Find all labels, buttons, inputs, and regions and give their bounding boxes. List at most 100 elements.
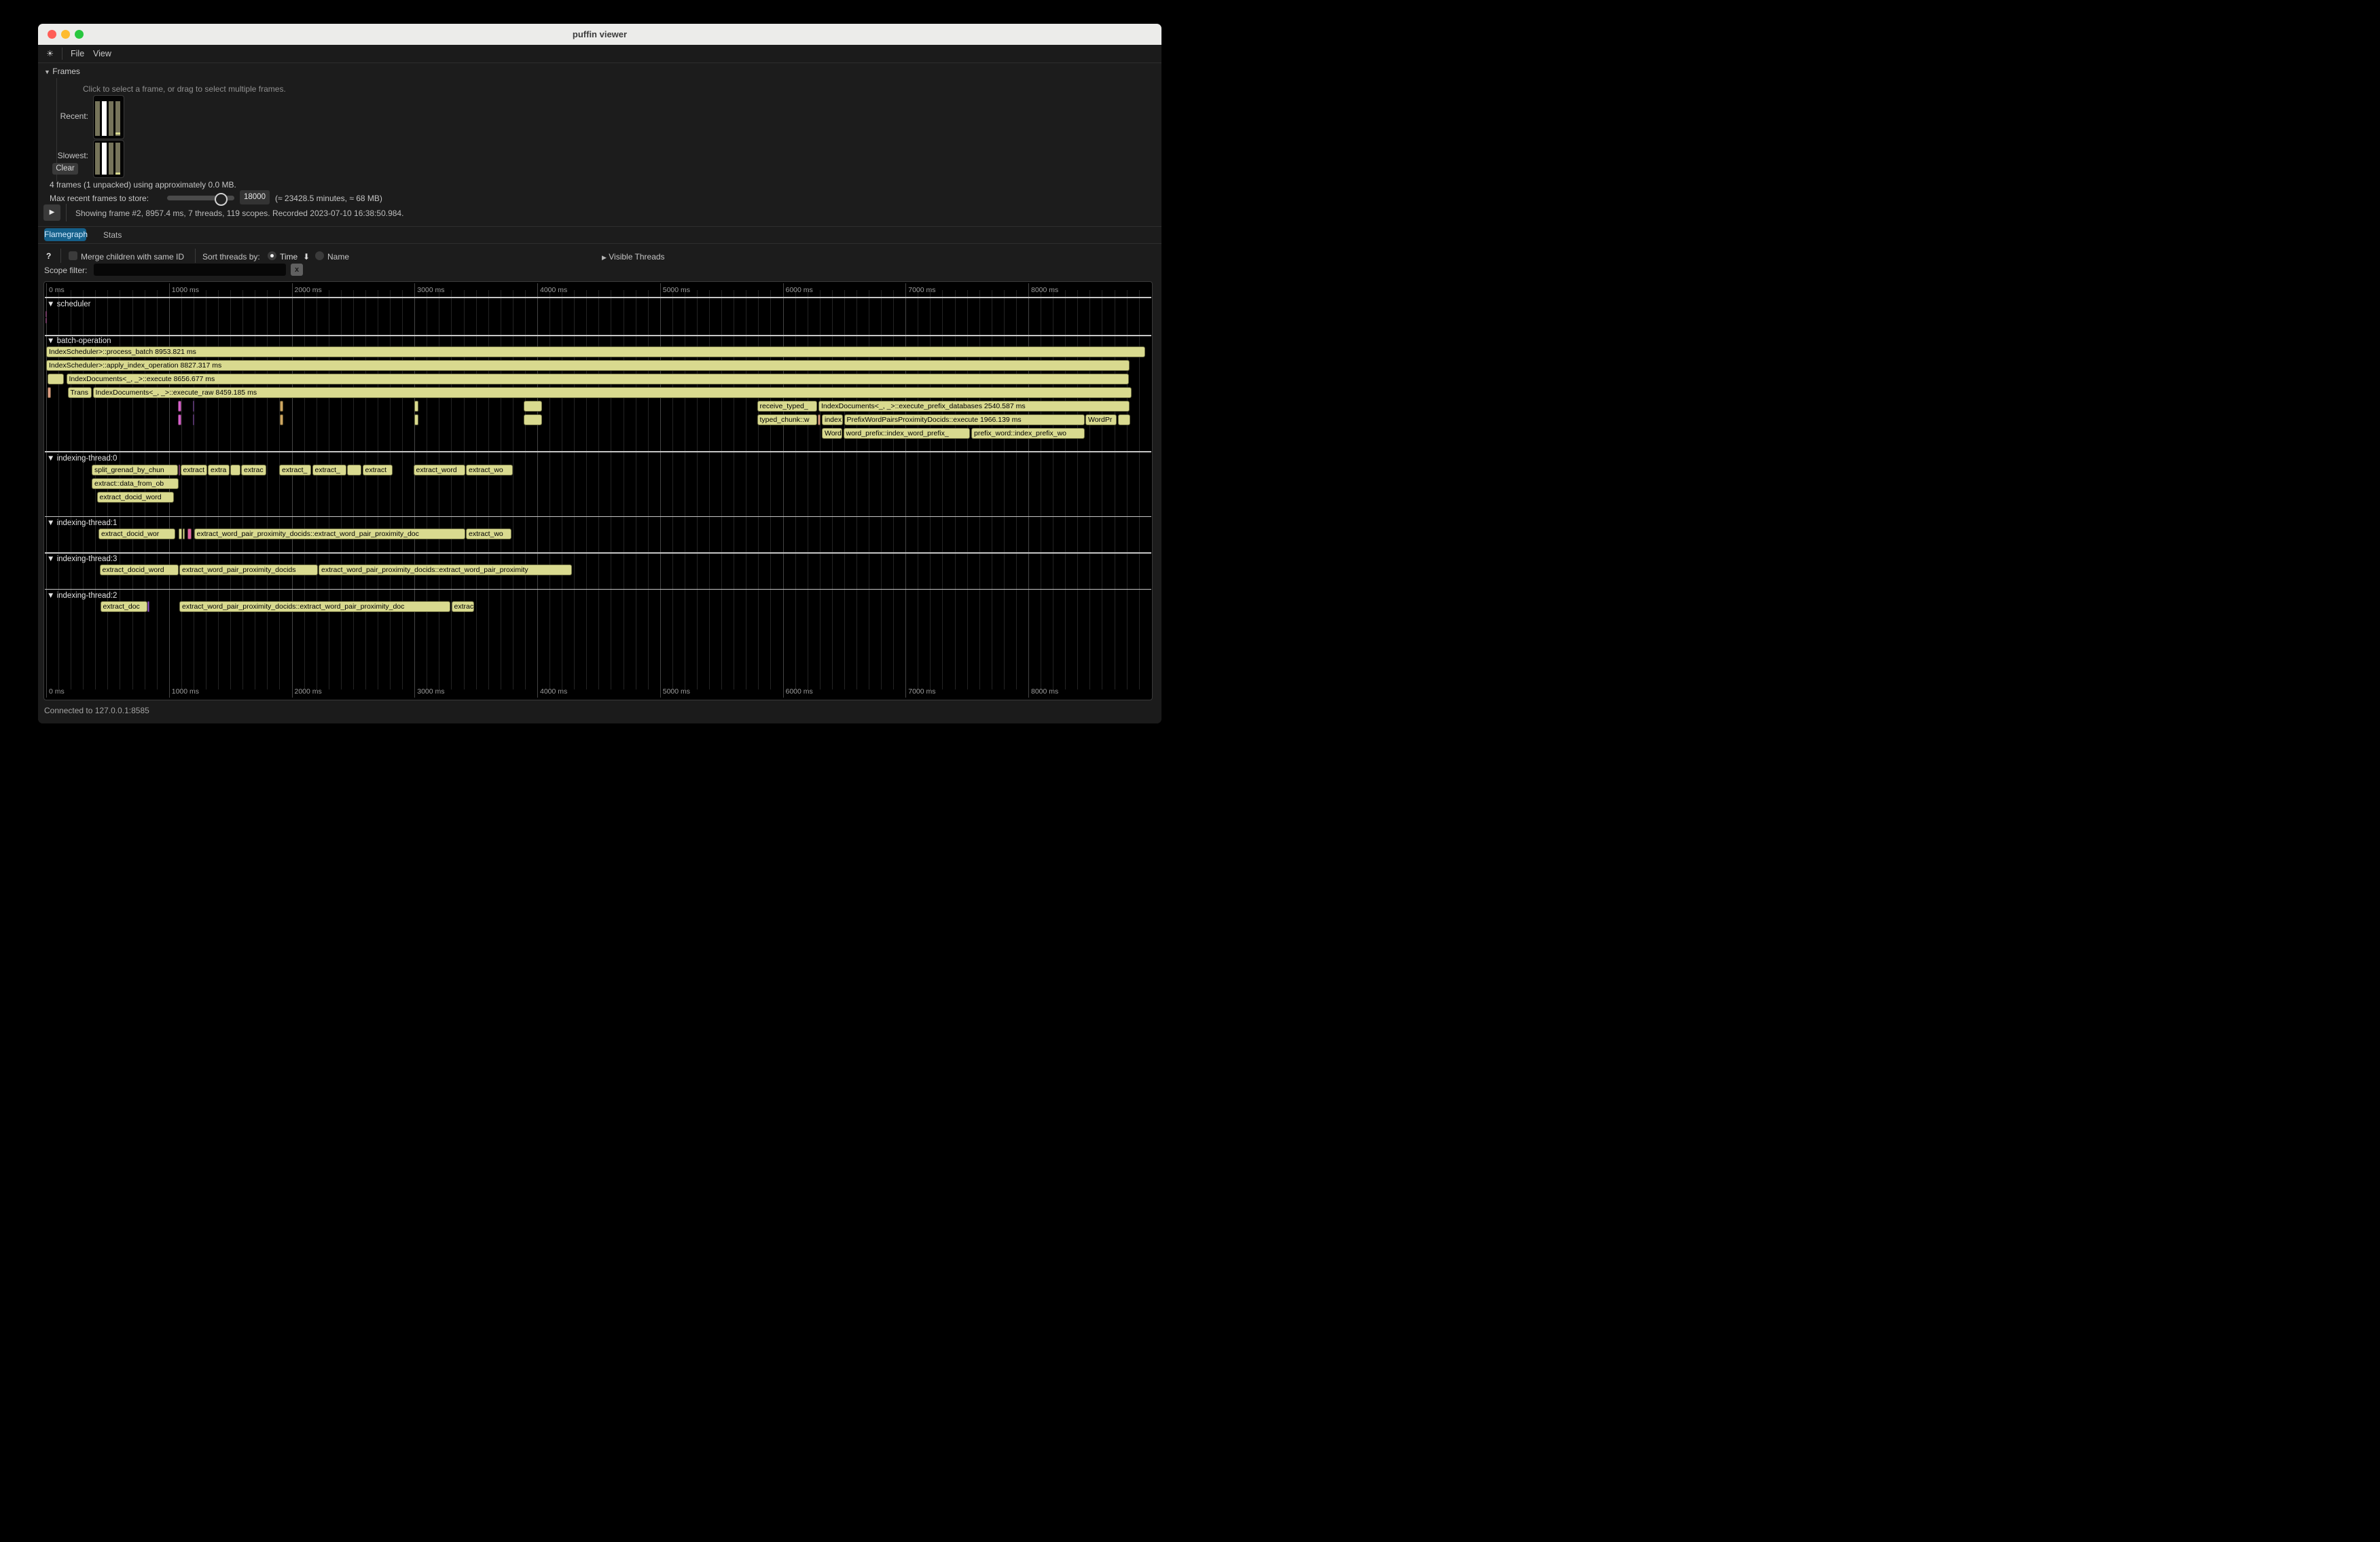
thread-label-scheduler[interactable]: ▼ scheduler bbox=[47, 300, 90, 308]
flame-scope-bar[interactable]: extract_ bbox=[312, 465, 346, 476]
flame-scope-bar-small[interactable] bbox=[818, 414, 821, 425]
merge-children-label[interactable]: Merge children with same ID bbox=[81, 252, 184, 262]
flame-scope-bar[interactable]: IndexDocuments<_, _>::execute 8656.677 m… bbox=[67, 374, 1129, 384]
theme-sun-icon[interactable]: ☀ bbox=[46, 45, 54, 62]
scope-filter-label: Scope filter: bbox=[44, 266, 87, 275]
flame-scope-bar-small[interactable] bbox=[48, 374, 64, 384]
play-button[interactable]: ▶ bbox=[43, 204, 60, 221]
flame-scope-bar[interactable]: extract_docid_word bbox=[100, 564, 179, 575]
flame-scope-bar[interactable]: word_prefix::index_word_prefix_ bbox=[844, 428, 971, 439]
flame-scope-bar-small[interactable] bbox=[46, 311, 47, 317]
frame-bar[interactable] bbox=[95, 143, 100, 175]
flame-scope-bar[interactable]: extract_wo bbox=[466, 528, 511, 539]
flame-scope-bar[interactable]: prefix_word::index_prefix_wo bbox=[971, 428, 1085, 439]
sort-time-radio[interactable] bbox=[268, 251, 276, 260]
sort-name-radio[interactable] bbox=[315, 251, 324, 260]
flame-scope-bar[interactable]: extract_wo bbox=[466, 465, 513, 476]
tab-stats[interactable]: Stats bbox=[103, 230, 122, 240]
flame-scope-bar-small[interactable] bbox=[193, 401, 194, 412]
frame-bar[interactable] bbox=[115, 143, 120, 175]
flame-scope-bar[interactable]: extract_docid_word bbox=[97, 492, 175, 503]
flame-scope-bar-small[interactable] bbox=[179, 465, 181, 476]
scope-filter-input[interactable] bbox=[94, 264, 286, 276]
max-frames-value[interactable]: 18000 bbox=[240, 190, 270, 204]
flame-scope-bar[interactable]: extract_word_pair_proximity_docids::extr… bbox=[319, 564, 572, 575]
flame-scope-bar[interactable]: IndexDocuments<_, _>::execute_prefix_dat… bbox=[818, 401, 1130, 412]
flame-scope-bar[interactable]: extract_word_pair_proximity_docids::extr… bbox=[194, 528, 465, 539]
flame-scope-bar[interactable]: extrac bbox=[241, 465, 266, 476]
flame-scope-bar-small[interactable] bbox=[48, 387, 52, 398]
flame-scope-bar-small[interactable] bbox=[414, 401, 418, 412]
flame-scope-bar-small[interactable] bbox=[46, 318, 47, 324]
flame-scope-bar[interactable]: extract_docid_wor bbox=[98, 528, 175, 539]
frame-bar[interactable] bbox=[95, 101, 100, 136]
flame-scope-bar[interactable]: extra bbox=[208, 465, 230, 476]
flame-scope-bar-small[interactable] bbox=[179, 528, 182, 539]
slider-knob[interactable] bbox=[215, 193, 228, 206]
frame-bar[interactable] bbox=[109, 101, 113, 136]
thread-label-indexing-thread:3[interactable]: ▼ indexing-thread:3 bbox=[47, 555, 117, 563]
flame-scope-bar[interactable]: Trans bbox=[68, 387, 92, 398]
flame-scope-bar[interactable]: IndexScheduler>::process_batch 8953.821 … bbox=[46, 346, 1145, 357]
menu-file[interactable]: File bbox=[71, 45, 84, 62]
frame-bar[interactable] bbox=[109, 143, 113, 175]
flame-scope-bar-small[interactable] bbox=[178, 414, 181, 425]
collapse-triangle-icon: ▼ bbox=[44, 69, 50, 75]
sort-direction-arrow-icon[interactable]: ⬇ bbox=[303, 252, 310, 262]
flame-scope-bar[interactable]: receive_typed_ bbox=[757, 401, 817, 412]
flame-scope-bar-small[interactable] bbox=[280, 414, 283, 425]
flame-scope-bar[interactable]: extract_ bbox=[279, 465, 311, 476]
flame-scope-bar-small[interactable] bbox=[187, 528, 192, 539]
flame-scope-bar[interactable]: split_grenad_by_chun bbox=[92, 465, 178, 476]
flame-scope-bar-small[interactable] bbox=[183, 528, 185, 539]
flame-scope-bar-small[interactable] bbox=[347, 465, 362, 476]
flame-scope-bar[interactable]: extract::data_from_ob bbox=[92, 478, 179, 489]
flame-scope-bar-small[interactable] bbox=[147, 601, 150, 612]
sort-name-label[interactable]: Name bbox=[327, 252, 349, 262]
flame-scope-bar-small[interactable] bbox=[524, 401, 542, 412]
flame-scope-bar-small[interactable] bbox=[280, 401, 283, 412]
thread-label-indexing-thread:2[interactable]: ▼ indexing-thread:2 bbox=[47, 592, 117, 600]
merge-children-checkbox[interactable] bbox=[69, 251, 77, 260]
flame-scope-bar-small[interactable] bbox=[230, 465, 240, 476]
frame-bar-selected[interactable] bbox=[102, 101, 107, 136]
flame-scope-bar-small[interactable] bbox=[1118, 414, 1130, 425]
bottom-ruler-tick-label: 3000 ms bbox=[417, 687, 444, 696]
flame-scope-bar[interactable]: extract bbox=[181, 465, 208, 476]
thread-label-indexing-thread:0[interactable]: ▼ indexing-thread:0 bbox=[47, 454, 117, 463]
menu-bar: ☀ File View bbox=[38, 45, 1161, 63]
tab-flamegraph[interactable]: Flamegraph bbox=[44, 228, 86, 241]
flame-scope-bar[interactable]: IndexScheduler>::apply_index_operation 8… bbox=[46, 360, 1130, 371]
flame-scope-bar-small[interactable] bbox=[193, 414, 194, 425]
flame-scope-bar[interactable]: extract_word bbox=[414, 465, 466, 476]
slowest-frames-thumbnail[interactable] bbox=[93, 140, 124, 178]
flame-scope-bar-small[interactable] bbox=[524, 414, 542, 425]
clear-filter-button[interactable]: x bbox=[291, 264, 303, 276]
flame-scope-bar[interactable]: extrac bbox=[452, 601, 474, 612]
flame-scope-bar[interactable]: extract_word_pair_proximity_docids::extr… bbox=[179, 601, 450, 612]
flame-scope-bar[interactable]: index bbox=[822, 414, 843, 425]
thread-label-batch-operation[interactable]: ▼ batch-operation bbox=[47, 337, 111, 345]
frame-bar-selected[interactable] bbox=[102, 143, 107, 175]
frames-header[interactable]: ▼ Frames bbox=[44, 67, 80, 76]
recent-frames-thumbnail[interactable] bbox=[93, 95, 124, 139]
flame-scope-bar[interactable]: WordPr bbox=[1085, 414, 1117, 425]
flame-scope-bar[interactable]: extract_word_pair_proximity_docids bbox=[179, 564, 318, 575]
sort-time-label[interactable]: Time bbox=[280, 252, 298, 262]
flame-scope-bar[interactable]: extract bbox=[363, 465, 393, 476]
thread-label-indexing-thread:1[interactable]: ▼ indexing-thread:1 bbox=[47, 519, 117, 527]
frame-bar[interactable] bbox=[115, 101, 120, 136]
help-button[interactable]: ? bbox=[46, 251, 51, 261]
flame-scope-bar[interactable]: typed_chunk::w bbox=[757, 414, 817, 425]
flame-scope-bar-small[interactable] bbox=[178, 401, 181, 412]
flame-scope-bar-small[interactable] bbox=[414, 414, 418, 425]
grid-line-major bbox=[783, 283, 784, 698]
menu-view[interactable]: View bbox=[93, 45, 111, 62]
flame-scope-bar[interactable]: IndexDocuments<_, _>::execute_raw 8459.1… bbox=[93, 387, 1132, 398]
flame-scope-bar[interactable]: extract_doc bbox=[101, 601, 147, 612]
flamegraph-canvas[interactable]: 0 ms1000 ms2000 ms3000 ms4000 ms5000 ms6… bbox=[43, 281, 1153, 700]
flame-scope-bar[interactable]: Word bbox=[822, 428, 842, 439]
visible-threads-header[interactable]: ▶ Visible Threads bbox=[602, 252, 665, 262]
clear-button[interactable]: Clear bbox=[52, 163, 78, 175]
flame-scope-bar[interactable]: PrefixWordPairsProximityDocids::execute … bbox=[844, 414, 1085, 425]
